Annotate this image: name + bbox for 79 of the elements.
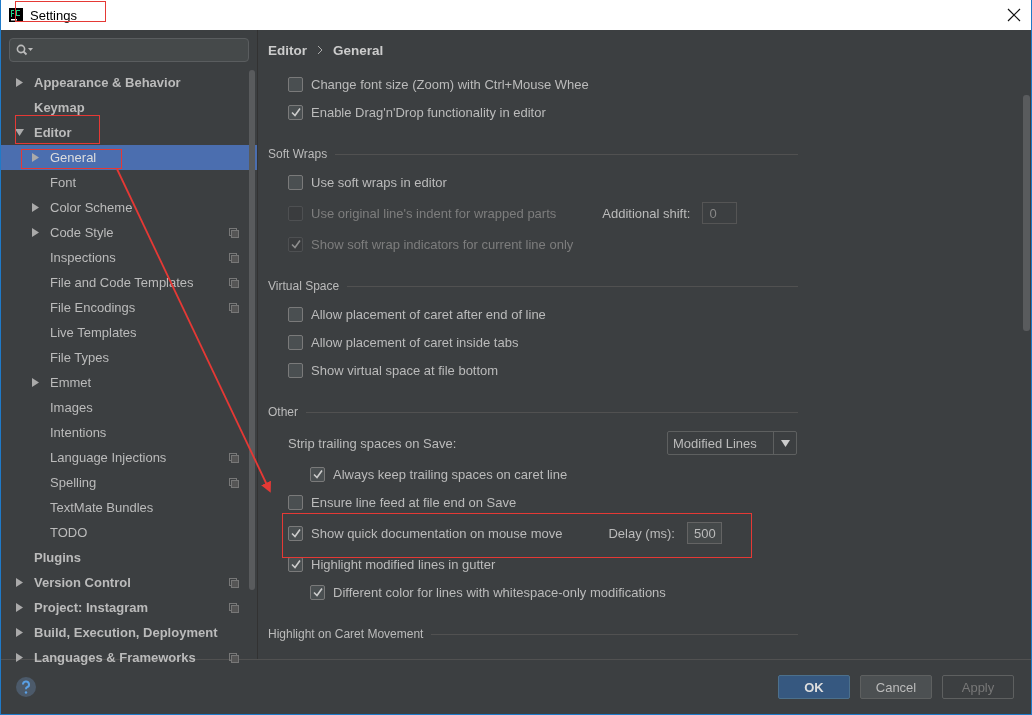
tree-item[interactable]: Plugins xyxy=(1,545,257,570)
checkbox-label: Show quick documentation on mouse move xyxy=(311,525,563,541)
breadcrumb-item: General xyxy=(333,42,384,58)
scrollbar[interactable] xyxy=(249,70,255,590)
scrollbar[interactable] xyxy=(1023,95,1030,331)
checkbox[interactable] xyxy=(288,104,303,120)
checkbox-label: Show virtual space at file bottom xyxy=(311,362,499,378)
checkbox[interactable] xyxy=(310,584,325,600)
checkbox-label: Ensure line feed at file end on Save xyxy=(311,494,517,510)
window-title: Settings xyxy=(30,7,77,23)
tree-item[interactable]: File Types xyxy=(1,345,257,370)
checkbox[interactable] xyxy=(288,174,303,190)
help-button[interactable] xyxy=(15,676,37,698)
checkbox[interactable] xyxy=(288,556,303,572)
breadcrumb-item: Editor xyxy=(268,42,307,58)
tree-item[interactable]: Live Templates xyxy=(1,320,257,345)
tree-item[interactable]: Color Scheme xyxy=(1,195,257,220)
tree-item[interactable]: Spelling xyxy=(1,470,257,495)
collapsed-arrow-icon[interactable] xyxy=(15,603,24,612)
checkbox-label: Different color for lines with whitespace-only modifications xyxy=(333,584,666,600)
checkbox-label: Allow placement of caret after end of line xyxy=(311,306,546,322)
field-label: Additional shift: xyxy=(602,205,691,221)
tree-item[interactable]: TextMate Bundles xyxy=(1,495,257,520)
checkbox[interactable] xyxy=(288,494,303,510)
field-label: Delay (ms): xyxy=(608,525,675,541)
checkbox-label: Use soft wraps in editor xyxy=(311,174,447,190)
section-title: Other xyxy=(268,405,298,419)
tree-item[interactable]: Images xyxy=(1,395,257,420)
section-title: Virtual Space xyxy=(268,279,340,293)
checkbox-label: Use original line's indent for wrapped parts xyxy=(311,205,557,221)
input-field[interactable]: 500 xyxy=(686,522,722,544)
collapsed-arrow-icon[interactable] xyxy=(15,653,24,662)
collapsed-arrow-icon[interactable] xyxy=(31,228,40,237)
caret-icon xyxy=(780,439,790,447)
ok-button[interactable]: OK xyxy=(778,675,850,699)
checkbox-label: Show soft wrap indicators for current line only xyxy=(311,236,574,252)
checkbox-label: Allow placement of caret inside tabs xyxy=(311,334,519,350)
tree-item[interactable]: Font xyxy=(1,170,257,195)
tree-item[interactable]: File Encodings xyxy=(1,295,257,320)
checkbox[interactable] xyxy=(288,334,303,350)
checkbox[interactable] xyxy=(288,362,303,378)
section-title: Highlight on Caret Movement xyxy=(268,627,424,641)
tree-item[interactable]: Keymap xyxy=(1,95,257,120)
section-title: Soft Wraps xyxy=(268,147,328,161)
tree-item[interactable]: Languages & Frameworks xyxy=(1,645,257,670)
collapsed-arrow-icon[interactable] xyxy=(15,578,24,587)
expanded-arrow-icon[interactable] xyxy=(15,128,24,137)
tree-item[interactable]: Language Injections xyxy=(1,445,257,470)
tree-item[interactable]: Version Control xyxy=(1,570,257,595)
tree-item[interactable]: Inspections xyxy=(1,245,257,270)
search-field[interactable] xyxy=(9,38,249,62)
checkbox-label: Highlight modified lines in gutter xyxy=(311,556,496,572)
help-icon xyxy=(15,676,37,698)
tree-item[interactable]: Emmet xyxy=(1,370,257,395)
tree-item[interactable]: Code Style xyxy=(1,220,257,245)
close-icon[interactable] xyxy=(1007,8,1021,22)
checkbox-label: Enable Drag'n'Drop functionality in editor xyxy=(311,104,546,120)
collapsed-arrow-icon[interactable] xyxy=(15,78,24,87)
dropdown[interactable]: Modified Lines xyxy=(667,431,797,455)
tree-item[interactable]: Appearance & Behavior xyxy=(1,70,257,95)
checkbox[interactable] xyxy=(288,76,303,92)
dialog-button[interactable]: Cancel xyxy=(860,675,932,699)
tree-item[interactable]: TODO xyxy=(1,520,257,545)
collapsed-arrow-icon[interactable] xyxy=(31,378,40,387)
tree-item[interactable]: Intentions xyxy=(1,420,257,445)
collapsed-arrow-icon[interactable] xyxy=(15,628,24,637)
checkbox-label: Always keep trailing spaces on caret line xyxy=(333,466,568,482)
chevron-icon xyxy=(317,45,323,55)
search-icon xyxy=(16,44,34,56)
collapsed-arrow-icon[interactable] xyxy=(31,203,40,212)
tree-item[interactable]: Project: Instagram xyxy=(1,595,257,620)
checkbox[interactable] xyxy=(288,525,303,541)
tree-item[interactable]: Editor xyxy=(1,120,257,145)
checkbox[interactable] xyxy=(310,466,325,482)
tree-item[interactable]: General xyxy=(1,145,257,170)
checkbox-label: Change font size (Zoom) with Ctrl+Mouse Whee xyxy=(311,76,589,92)
tree-item[interactable]: Build, Execution, Deployment xyxy=(1,620,257,645)
dropdown-label: Strip trailing spaces on Save: xyxy=(288,435,457,451)
checkbox[interactable] xyxy=(288,306,303,322)
